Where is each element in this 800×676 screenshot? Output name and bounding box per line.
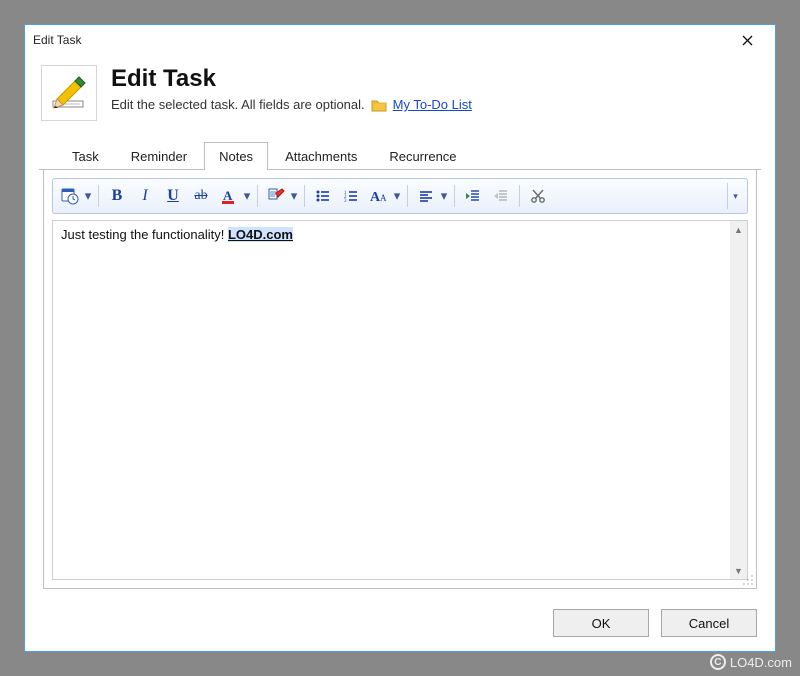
tab-notes[interactable]: Notes <box>204 142 268 170</box>
svg-text:A: A <box>380 193 387 203</box>
highlight-icon <box>267 187 285 205</box>
close-icon <box>742 35 753 46</box>
tab-task[interactable]: Task <box>57 142 114 170</box>
pencil-icon <box>49 73 89 113</box>
todo-list-link[interactable]: My To-Do List <box>393 97 472 112</box>
separator <box>304 185 305 207</box>
align-button[interactable]: ▾ <box>413 183 449 209</box>
number-list-button[interactable]: 1 2 3 <box>338 183 364 209</box>
cut-button[interactable] <box>525 183 551 209</box>
titlebar: Edit Task <box>25 25 775 55</box>
header-subtitle: Edit the selected task. All fields are o… <box>111 97 365 112</box>
separator <box>98 185 99 207</box>
editor-toolbar: ▾ B I U ab A ▾ <box>52 178 748 214</box>
bullet-list-icon <box>315 188 331 204</box>
outdent-button[interactable] <box>488 183 514 209</box>
font-size-button[interactable]: A A ▾ <box>366 183 402 209</box>
tab-reminder[interactable]: Reminder <box>116 142 202 170</box>
header-icon-box <box>41 65 97 121</box>
scroll-track[interactable] <box>730 238 747 562</box>
separator <box>407 185 408 207</box>
watermark: C LO4D.com <box>710 654 792 670</box>
vertical-scrollbar[interactable]: ▲ ▼ <box>730 221 747 579</box>
separator <box>519 185 520 207</box>
tab-row: Task Reminder Notes Attachments Recurren… <box>39 141 761 170</box>
chevron-down-icon: ▾ <box>733 191 738 202</box>
dialog-buttons: OK Cancel <box>25 601 775 651</box>
header-subtitle-line: Edit the selected task. All fields are o… <box>111 97 472 112</box>
tab-recurrence[interactable]: Recurrence <box>374 142 471 170</box>
indent-button[interactable] <box>460 183 486 209</box>
editor-container: Just testing the functionality! LO4D.com… <box>52 220 748 580</box>
outdent-icon <box>493 188 509 204</box>
window-title: Edit Task <box>33 33 81 47</box>
font-size-icon: A A <box>369 187 389 205</box>
page-title: Edit Task <box>111 65 472 93</box>
editor-text: Just testing the functionality! <box>61 227 228 242</box>
watermark-text: LO4D.com <box>730 655 792 670</box>
insert-datetime-button[interactable]: ▾ <box>57 183 93 209</box>
notes-panel: ▾ B I U ab A ▾ <box>43 170 757 589</box>
svg-text:A: A <box>223 188 233 203</box>
font-color-button[interactable]: A ▾ <box>216 183 252 209</box>
align-left-icon <box>418 188 434 204</box>
bullet-list-button[interactable] <box>310 183 336 209</box>
editor-link-text[interactable]: LO4D.com <box>228 227 293 242</box>
notes-editor[interactable]: Just testing the functionality! LO4D.com <box>53 221 730 579</box>
copyright-icon: C <box>710 654 726 670</box>
calendar-clock-icon <box>61 187 79 205</box>
tab-attachments[interactable]: Attachments <box>270 142 372 170</box>
folder-icon <box>371 98 387 112</box>
svg-text:3: 3 <box>344 199 347 204</box>
underline-button[interactable]: U <box>160 183 186 209</box>
font-color-icon: A <box>220 187 238 205</box>
header-text: Edit Task Edit the selected task. All fi… <box>111 65 472 121</box>
separator <box>257 185 258 207</box>
highlight-button[interactable]: ▾ <box>263 183 299 209</box>
ok-button[interactable]: OK <box>553 609 649 637</box>
toolbar-overflow-button[interactable]: ▾ <box>727 183 743 209</box>
cancel-button[interactable]: Cancel <box>661 609 757 637</box>
bold-button[interactable]: B <box>104 183 130 209</box>
italic-button[interactable]: I <box>132 183 158 209</box>
strikethrough-button[interactable]: ab <box>188 183 214 209</box>
number-list-icon: 1 2 3 <box>343 188 359 204</box>
scissors-icon <box>530 188 546 204</box>
separator <box>454 185 455 207</box>
close-button[interactable] <box>727 26 767 54</box>
resize-grip-icon[interactable] <box>741 573 755 587</box>
edit-task-dialog: Edit Task Edit Task Edit the selected ta… <box>24 24 776 652</box>
scroll-up-arrow[interactable]: ▲ <box>730 221 747 238</box>
dialog-header: Edit Task Edit the selected task. All fi… <box>25 55 775 135</box>
indent-icon <box>465 188 481 204</box>
